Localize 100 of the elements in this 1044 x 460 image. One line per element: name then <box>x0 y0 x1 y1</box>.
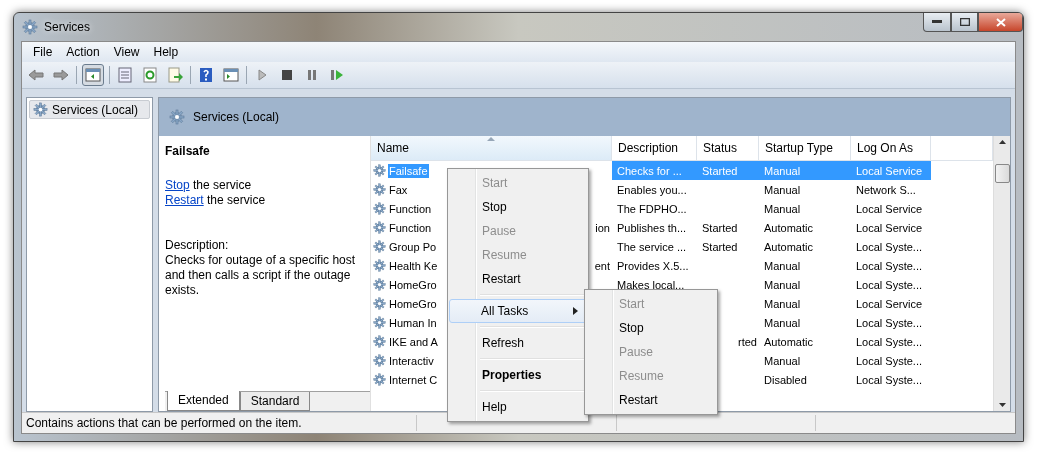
log-on-as-cell: Local Syste... <box>856 354 923 367</box>
scroll-down-arrow-icon[interactable] <box>998 403 1006 407</box>
startup-type-cell: Automatic <box>764 335 813 348</box>
gear-icon <box>373 221 386 234</box>
service-name-cell[interactable]: Group Po <box>388 239 438 254</box>
service-name-cell: ion <box>595 221 610 234</box>
log-on-as-cell: Local Syste... <box>856 373 923 386</box>
menu-bar-item[interactable]: Action <box>59 45 107 59</box>
menu-bar-item[interactable]: File <box>26 45 60 59</box>
menu-bar-item[interactable]: Help <box>146 45 186 59</box>
minimize-icon <box>932 20 942 24</box>
gear-icon <box>373 297 386 310</box>
vertical-scrollbar[interactable] <box>993 136 1010 411</box>
gear-icon <box>373 335 386 348</box>
gear-icon <box>373 202 386 215</box>
service-name-cell[interactable]: Human In <box>388 315 438 330</box>
console-tree-icon[interactable] <box>82 64 104 86</box>
startup-type-cell: Manual <box>764 278 801 291</box>
description-label: Description: <box>165 238 230 253</box>
startup-type-cell: Manual <box>764 183 801 196</box>
startup-type-cell: Manual <box>764 297 801 310</box>
action-text: Stop the service <box>165 178 253 193</box>
refresh-icon[interactable] <box>140 65 160 85</box>
gear-icon <box>22 19 38 35</box>
startup-type-cell: Automatic <box>764 240 813 253</box>
service-name: Failsafe <box>165 144 211 158</box>
gear-icon <box>373 373 386 386</box>
minimize-button[interactable] <box>923 13 951 32</box>
gear-icon <box>33 102 48 117</box>
service-name-cell[interactable]: Function <box>388 201 433 216</box>
startup-type-cell: Disabled <box>764 373 807 386</box>
menu-item[interactable]: Stop <box>587 316 715 340</box>
menu-item[interactable]: Stop <box>450 195 582 219</box>
column-header[interactable]: Name <box>371 136 612 160</box>
startup-type-cell: Manual <box>764 354 801 367</box>
description-cell: Makes local... <box>617 278 685 291</box>
description-cell: Checks for ... <box>617 164 682 177</box>
service-name-cell: ent <box>594 259 610 272</box>
menu-item[interactable]: Restart <box>587 388 715 412</box>
service-name-cell[interactable]: Internet C <box>388 372 439 387</box>
menu-bar-item[interactable]: View <box>106 45 147 59</box>
menu-item[interactable]: Refresh <box>450 331 582 355</box>
description-cell: The service ... <box>617 240 687 253</box>
scroll-thumb[interactable] <box>994 164 1010 183</box>
service-name-cell[interactable]: HomeGro <box>388 277 438 292</box>
log-on-as-cell: Local Service <box>856 202 923 215</box>
export-list-icon[interactable] <box>165 65 185 85</box>
description-cell: Publishes th... <box>617 221 687 234</box>
startup-type-cell: Automatic <box>764 221 813 234</box>
action-link[interactable]: Restart <box>165 193 204 207</box>
startup-type-cell: Manual <box>764 316 801 329</box>
startup-type-cell: Manual <box>764 164 801 177</box>
menu-item[interactable]: Help <box>450 395 582 419</box>
gear-icon <box>373 240 386 253</box>
log-on-as-cell: Local Syste... <box>856 278 923 291</box>
action-pane-icon[interactable] <box>221 65 241 85</box>
description-cell: The FDPHO... <box>617 202 687 215</box>
status-cell: Started <box>702 221 738 234</box>
description-cell: Provides X.5... <box>617 259 689 272</box>
properties-icon[interactable] <box>115 65 135 85</box>
log-on-as-cell: Local Syste... <box>856 259 923 272</box>
gear-icon <box>373 259 386 272</box>
log-on-as-cell: Local Syste... <box>856 335 923 348</box>
gear-icon <box>373 183 386 196</box>
menu-item[interactable]: Properties <box>450 363 582 387</box>
service-name-cell[interactable]: Fax <box>388 182 409 197</box>
close-button[interactable] <box>978 13 1023 32</box>
gear-icon <box>373 164 386 177</box>
status-cell-text: rted <box>738 335 758 348</box>
tree-item[interactable]: Services (Local) <box>29 100 150 119</box>
scroll-up-arrow-icon[interactable] <box>998 140 1006 144</box>
startup-type-cell: Manual <box>764 259 801 272</box>
action-link[interactable]: Stop <box>165 178 190 192</box>
log-on-as-cell: Local Service <box>856 221 923 234</box>
log-on-as-cell: Local Syste... <box>856 316 923 329</box>
description-cell: Enables you... <box>617 183 687 196</box>
maximize-button[interactable] <box>951 13 978 32</box>
submenu-arrow-icon <box>573 307 578 315</box>
description-text: Checks for outage of a specific host and then calls a script if the outage exists. <box>165 253 357 298</box>
service-name-cell[interactable]: HomeGro <box>388 296 438 311</box>
log-on-as-cell: Local Syste... <box>856 240 923 253</box>
service-name-cell[interactable]: Function <box>388 220 433 235</box>
action-text: Restart the service <box>165 193 267 208</box>
status-cell: Started <box>702 240 738 253</box>
gear-icon <box>373 278 386 291</box>
log-on-as-cell: Network S... <box>856 183 916 196</box>
menu-item[interactable]: All Tasks <box>449 299 587 323</box>
service-name-cell[interactable]: IKE and A <box>388 334 439 349</box>
gear-icon <box>169 109 185 125</box>
service-name-cell[interactable]: Health Ke <box>388 258 439 273</box>
gear-icon <box>373 316 386 329</box>
status-cell: Started <box>702 164 738 177</box>
pane-header: Services (Local) <box>159 98 1010 136</box>
menu-item[interactable]: Restart <box>450 267 582 291</box>
maximize-icon <box>959 18 970 26</box>
log-on-as-cell: Local Service <box>856 297 923 310</box>
service-name-cell[interactable]: Interactiv <box>388 353 435 368</box>
view-tab[interactable]: Standard <box>239 392 311 411</box>
view-tab[interactable]: Extended <box>167 391 240 411</box>
gear-icon <box>373 354 386 367</box>
